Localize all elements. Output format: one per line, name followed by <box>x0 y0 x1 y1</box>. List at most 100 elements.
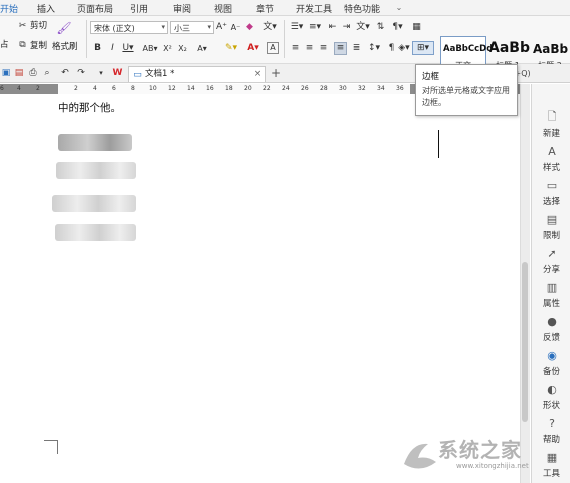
select-icon: ▭ <box>546 178 558 192</box>
numbered-list-icon[interactable]: ≡▾ <box>308 22 322 33</box>
save-icon[interactable]: ▣ <box>1 68 11 78</box>
watermark-url: www.xitongzhijia.net <box>456 462 529 470</box>
ruler-tick: 6 <box>112 85 116 92</box>
tab-section[interactable]: 章节 <box>256 2 274 15</box>
highlight-icon[interactable]: ✎▾ <box>222 43 240 54</box>
panel-item-new[interactable]: 🗋 新建 <box>532 108 570 142</box>
ruler-tick: 30 <box>339 85 347 92</box>
right-task-panel: 🗋 新建 A 样式 ▭ 选择 ▤ 限制 ➚ 分享 ▥ 属性 ● 反馈 ◉ 备份 … <box>531 84 570 483</box>
underline-icon[interactable]: U▾ <box>121 43 135 54</box>
font-size-select[interactable]: 小三 ▾ <box>170 21 214 34</box>
format-painter-button[interactable]: 格式刷 <box>52 42 78 53</box>
panel-item-share[interactable]: ➚ 分享 <box>532 244 570 278</box>
tab-developer-tools[interactable]: 开发工具 <box>296 2 332 15</box>
cut-button[interactable]: 剪切 <box>30 21 47 32</box>
tab-special-features[interactable]: 特色功能 <box>344 2 380 15</box>
panel-item-backup[interactable]: ◉ 备份 <box>532 346 570 380</box>
export-pdf-icon[interactable]: ▤ <box>14 68 24 78</box>
document-tab-title: 文档1 * <box>145 69 175 79</box>
redacted-text-block <box>55 224 136 241</box>
font-name-select[interactable]: 宋体 (正文) ▾ <box>90 21 168 34</box>
font-color-icon[interactable]: A▾ <box>244 43 262 54</box>
distribute-icon[interactable]: ≣ <box>351 43 362 54</box>
tab-references[interactable]: 引用 <box>130 2 148 15</box>
tab-review[interactable]: 审阅 <box>173 2 191 15</box>
panel-item-select[interactable]: ▭ 选择 <box>532 176 570 210</box>
increase-indent-icon[interactable]: ⇥ <box>341 22 352 33</box>
print-preview-icon[interactable]: ⌕ <box>42 68 52 78</box>
properties-icon: ▥ <box>546 280 558 294</box>
style-normal-preview: AaBbCcDd <box>443 44 493 54</box>
print-icon[interactable]: ⎙ <box>28 68 38 78</box>
panel-item-properties[interactable]: ▥ 属性 <box>532 278 570 312</box>
ruler-tick: 32 <box>358 85 366 92</box>
sort-icon[interactable]: ⇅ <box>375 22 386 33</box>
copy-button[interactable]: 复制 <box>30 41 47 52</box>
document-tab[interactable]: ▭ 文档1 * × <box>128 66 266 82</box>
cut-icon[interactable]: ✂ <box>17 21 28 32</box>
clear-format-icon[interactable]: ◆ <box>244 22 255 33</box>
subscript-icon[interactable]: X₂ <box>177 43 188 54</box>
decrease-indent-icon[interactable]: ⇤ <box>327 22 338 33</box>
text-effect-icon[interactable]: A▾ <box>194 43 210 54</box>
justify-icon[interactable]: ≡ <box>334 42 347 55</box>
restrict-icon: ▤ <box>546 212 558 226</box>
panel-item-shape[interactable]: ◐ 形状 <box>532 380 570 414</box>
border-icon[interactable]: ⊞▾ <box>412 41 434 55</box>
ruler-tick: 20 <box>244 85 252 92</box>
panel-item-feedback[interactable]: ● 反馈 <box>532 312 570 346</box>
ribbon-toolbar: 占 ✂ 剪切 ⧉ 复制 🖌 格式刷 宋体 (正文) ▾ 小三 ▾ A⁺ A⁻ ◆… <box>0 16 570 74</box>
redacted-text-block <box>52 195 136 212</box>
format-painter-icon[interactable]: 🖌 <box>56 21 72 35</box>
panel-item-style[interactable]: A 样式 <box>532 142 570 176</box>
paragraph-icon[interactable]: ¶ <box>386 43 397 54</box>
ruler-tick: 4 <box>17 85 21 92</box>
pinyin-icon[interactable]: 文▾ <box>262 22 278 33</box>
ruler-tick: 12 <box>168 85 176 92</box>
tab-view[interactable]: 视图 <box>214 2 232 15</box>
paste-label[interactable]: 占 <box>0 40 9 51</box>
line-spacing-icon[interactable]: ↕▾ <box>367 43 381 54</box>
panel-item-label: 分享 <box>542 265 560 275</box>
show-marks-icon[interactable]: ¶▾ <box>392 22 403 33</box>
align-right-icon[interactable]: ≡ <box>318 43 329 54</box>
ruler-tick: 2 <box>36 85 40 92</box>
new-tab-icon[interactable]: + <box>270 67 282 79</box>
panel-item-label: 属性 <box>542 299 560 309</box>
tab-more-icon[interactable]: ⌄ <box>394 3 404 13</box>
undo-icon[interactable]: ↶ <box>60 68 70 78</box>
redo-icon[interactable]: ↷ <box>76 68 86 78</box>
bold-icon[interactable]: B <box>92 43 103 54</box>
font-size-value: 小三 <box>174 24 190 33</box>
site-watermark: 系统之家 www.xitongzhijia.net <box>398 432 570 478</box>
scrollbar-thumb[interactable] <box>522 262 528 422</box>
align-center-icon[interactable]: ≡ <box>304 43 315 54</box>
paragraph-text[interactable]: 中的那个他。 <box>58 100 121 115</box>
panel-item-restrict[interactable]: ▤ 限制 <box>532 210 570 244</box>
tab-page-layout[interactable]: 页面布局 <box>77 2 113 15</box>
chinese-layout-icon[interactable]: 文▾ <box>356 22 370 33</box>
redacted-text-block <box>56 162 136 179</box>
close-tab-icon[interactable]: × <box>253 70 262 79</box>
style-heading-1-preview: AaBb <box>489 40 530 56</box>
watermark-logo-icon <box>404 443 436 469</box>
shading-icon[interactable]: ◈▾ <box>397 43 411 54</box>
customize-qat-icon[interactable]: ▾ <box>96 68 106 78</box>
tooltip-description: 对所选单元格或文字应用边框。 <box>422 86 510 107</box>
shrink-font-icon[interactable]: A⁻ <box>230 22 241 33</box>
ruler-tick: 10 <box>149 85 157 92</box>
bullet-list-icon[interactable]: ☰▾ <box>290 22 304 33</box>
strikethrough-icon[interactable]: AB▾ <box>141 43 159 54</box>
ruler-tick: 26 <box>301 85 309 92</box>
grow-font-icon[interactable]: A⁺ <box>216 22 227 33</box>
char-border-icon[interactable]: A <box>267 42 279 54</box>
copy-icon[interactable]: ⧉ <box>17 40 28 51</box>
wps-logo-icon[interactable]: W <box>111 67 124 79</box>
superscript-icon[interactable]: X² <box>162 43 173 54</box>
tab-insert[interactable]: 插入 <box>37 2 55 15</box>
document-page[interactable]: 中的那个他。 <box>0 94 520 483</box>
align-left-icon[interactable]: ≡ <box>290 43 301 54</box>
table-icon[interactable]: ▦ <box>411 22 422 33</box>
italic-icon[interactable]: I <box>107 43 118 54</box>
backup-icon: ◉ <box>547 348 557 362</box>
